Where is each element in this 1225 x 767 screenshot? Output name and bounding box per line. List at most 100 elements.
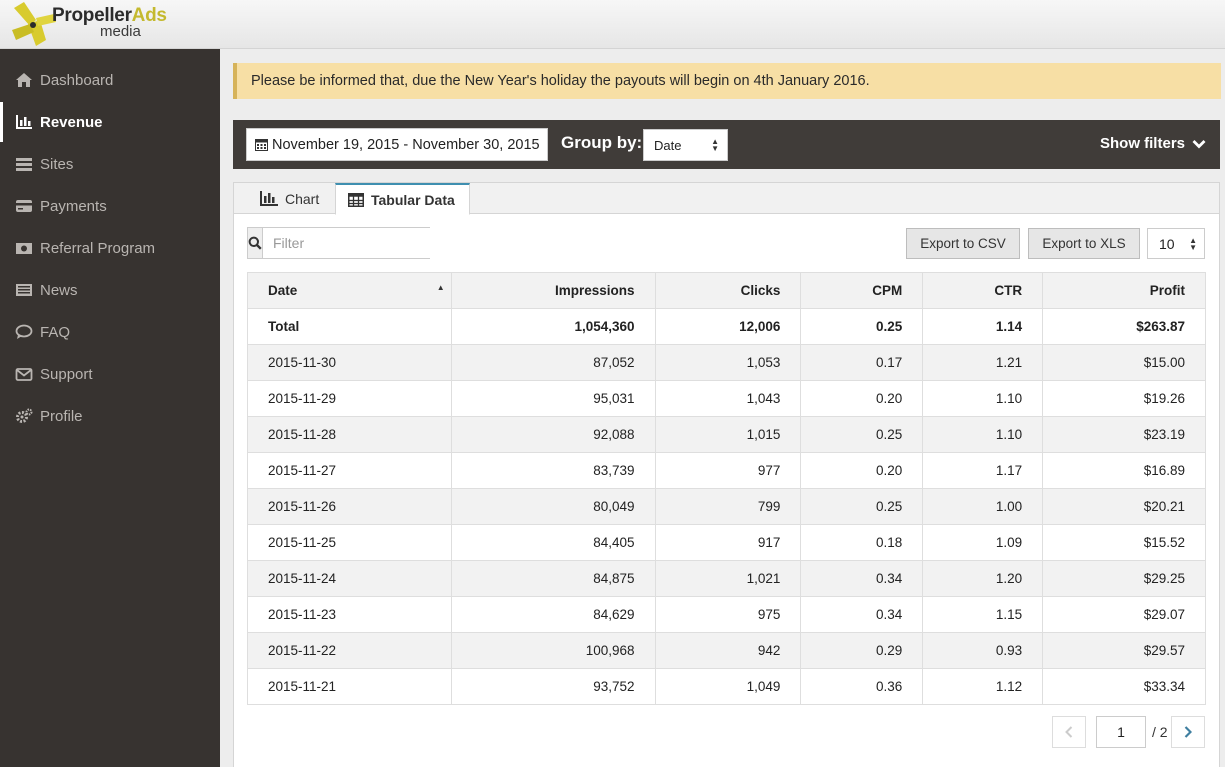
group-by-select[interactable]: Date ▲ ▼ [643, 129, 728, 161]
table-row: 2015-11-27 83,739 977 0.20 1.17 $16.89 [247, 452, 1206, 489]
date-range-picker[interactable]: November 19, 2015 - November 30, 2015 [246, 128, 548, 161]
table-cell: $29.25 [1042, 560, 1206, 597]
report-panel: Chart Tabular Data Export to CSV Export … [233, 182, 1220, 767]
next-page-button[interactable] [1171, 716, 1205, 748]
select-arrows-icon: ▲ ▼ [1189, 236, 1197, 252]
sidebar-item-dashboard[interactable]: Dashboard [0, 60, 220, 100]
filter-search-button[interactable] [248, 228, 263, 258]
table-cell: 0.93 [922, 632, 1044, 669]
table-cell: 0.18 [800, 524, 924, 561]
table-cell: $263.87 [1042, 308, 1206, 345]
table-cell: 1,053 [654, 344, 802, 381]
table-cell: 2015-11-23 [247, 596, 452, 633]
table-cell: 92,088 [450, 416, 656, 453]
sidebar-item-faq[interactable]: FAQ [0, 312, 220, 352]
table-cell: 12,006 [654, 308, 802, 345]
sidebar-item-profile[interactable]: Profile [0, 396, 220, 436]
column-header-ctr[interactable]: CTR [922, 272, 1044, 309]
table-row: 2015-11-21 93,752 1,049 0.36 1.12 $33.34 [247, 668, 1206, 705]
table-cell: 1.21 [922, 344, 1044, 381]
table-cell: 1.20 [922, 560, 1044, 597]
view-tabs: Chart Tabular Data [234, 183, 1219, 215]
table-cell: 2015-11-24 [247, 560, 452, 597]
table-cell: 87,052 [450, 344, 656, 381]
select-arrows-icon: ▲ ▼ [711, 137, 719, 153]
column-header-impressions[interactable]: Impressions [450, 272, 656, 309]
revenue-table: Date ▲ Impressions Clicks CPM CTR Profit … [247, 272, 1206, 705]
table-cell: 1.10 [922, 380, 1044, 417]
table-cell: 84,875 [450, 560, 656, 597]
sidebar-item-label: Profile [40, 407, 83, 425]
table-cell: 1.15 [922, 596, 1044, 633]
page-size-select[interactable]: 10 ▲ ▼ [1147, 228, 1205, 259]
sidebar-item-sites[interactable]: Sites [0, 144, 220, 184]
group-by-value: Date [654, 137, 682, 153]
table-cell: 1,043 [654, 380, 802, 417]
tab-chart[interactable]: Chart [234, 183, 333, 214]
table-cell: 2015-11-25 [247, 524, 452, 561]
page-size-value: 10 [1159, 235, 1175, 252]
table-cell: 975 [654, 596, 802, 633]
total-pages-label: / 2 [1152, 724, 1168, 740]
column-header-profit[interactable]: Profit [1042, 272, 1206, 309]
table-cell: 1.14 [922, 308, 1044, 345]
table-cell: 95,031 [450, 380, 656, 417]
chevron-down-icon [1192, 139, 1206, 148]
sidebar-item-revenue[interactable]: Revenue [0, 102, 220, 142]
gears-icon [14, 408, 34, 424]
export-xls-button[interactable]: Export to XLS [1028, 228, 1140, 259]
table-row: 2015-11-26 80,049 799 0.25 1.00 $20.21 [247, 488, 1206, 525]
tab-tabular-data[interactable]: Tabular Data [335, 183, 470, 215]
sidebar-item-news[interactable]: News [0, 270, 220, 310]
sidebar-item-label: Payments [40, 197, 107, 215]
table-total-row: Total 1,054,360 12,006 0.25 1.14 $263.87 [247, 308, 1206, 345]
table-cell: 0.29 [800, 632, 924, 669]
table-cell: $29.57 [1042, 632, 1206, 669]
table-row: 2015-11-23 84,629 975 0.34 1.15 $29.07 [247, 596, 1206, 633]
table-cell: 1,054,360 [450, 308, 656, 345]
table-cell: 1,015 [654, 416, 802, 453]
newspaper-icon [14, 282, 34, 298]
table-cell: 1.10 [922, 416, 1044, 453]
group-by-label: Group by: [561, 133, 643, 152]
sort-asc-icon: ▲ [436, 283, 445, 292]
prev-page-button[interactable] [1052, 716, 1086, 748]
table-cell: 1.12 [922, 668, 1044, 705]
calendar-icon [255, 139, 268, 151]
sidebar-item-referral-program[interactable]: Referral Program [0, 228, 220, 268]
tab-label: Chart [285, 190, 320, 207]
table-row: 2015-11-22 100,968 942 0.29 0.93 $29.57 [247, 632, 1206, 669]
sidebar-item-support[interactable]: Support [0, 354, 220, 394]
search-icon [248, 236, 262, 250]
holiday-notice: Please be informed that, due the New Yea… [233, 63, 1221, 99]
table-cell: 0.20 [800, 380, 924, 417]
table-cell: $33.34 [1042, 668, 1206, 705]
list-icon [14, 156, 34, 172]
table-cell: 2015-11-29 [247, 380, 452, 417]
envelope-icon [14, 366, 34, 382]
table-cell: Total [247, 308, 452, 345]
table-row: 2015-11-28 92,088 1,015 0.25 1.10 $23.19 [247, 416, 1206, 453]
sidebar-item-payments[interactable]: Payments [0, 186, 220, 226]
table-icon [348, 192, 364, 207]
chevron-left-icon [1065, 726, 1073, 738]
propellerads-logo[interactable]: PropellerAds media [10, 0, 180, 49]
table-cell: 0.34 [800, 560, 924, 597]
chevron-right-icon [1184, 726, 1192, 738]
table-cell: 0.25 [800, 488, 924, 525]
sidebar-item-label: Dashboard [40, 71, 114, 89]
current-page-input[interactable] [1096, 716, 1146, 748]
column-header-cpm[interactable]: CPM [800, 272, 924, 309]
filter-input[interactable] [263, 228, 454, 258]
bar-chart-icon [14, 114, 34, 130]
column-header-date[interactable]: Date ▲ [247, 272, 452, 309]
column-header-clicks[interactable]: Clicks [654, 272, 802, 309]
table-header-row: Date ▲ Impressions Clicks CPM CTR Profit [247, 272, 1206, 309]
table-cell: 2015-11-30 [247, 344, 452, 381]
table-cell: $16.89 [1042, 452, 1206, 489]
export-csv-button[interactable]: Export to CSV [906, 228, 1020, 259]
show-filters-toggle[interactable]: Show filters [1100, 135, 1206, 152]
table-cell: $29.07 [1042, 596, 1206, 633]
table-cell: 84,405 [450, 524, 656, 561]
table-cell: 2015-11-28 [247, 416, 452, 453]
